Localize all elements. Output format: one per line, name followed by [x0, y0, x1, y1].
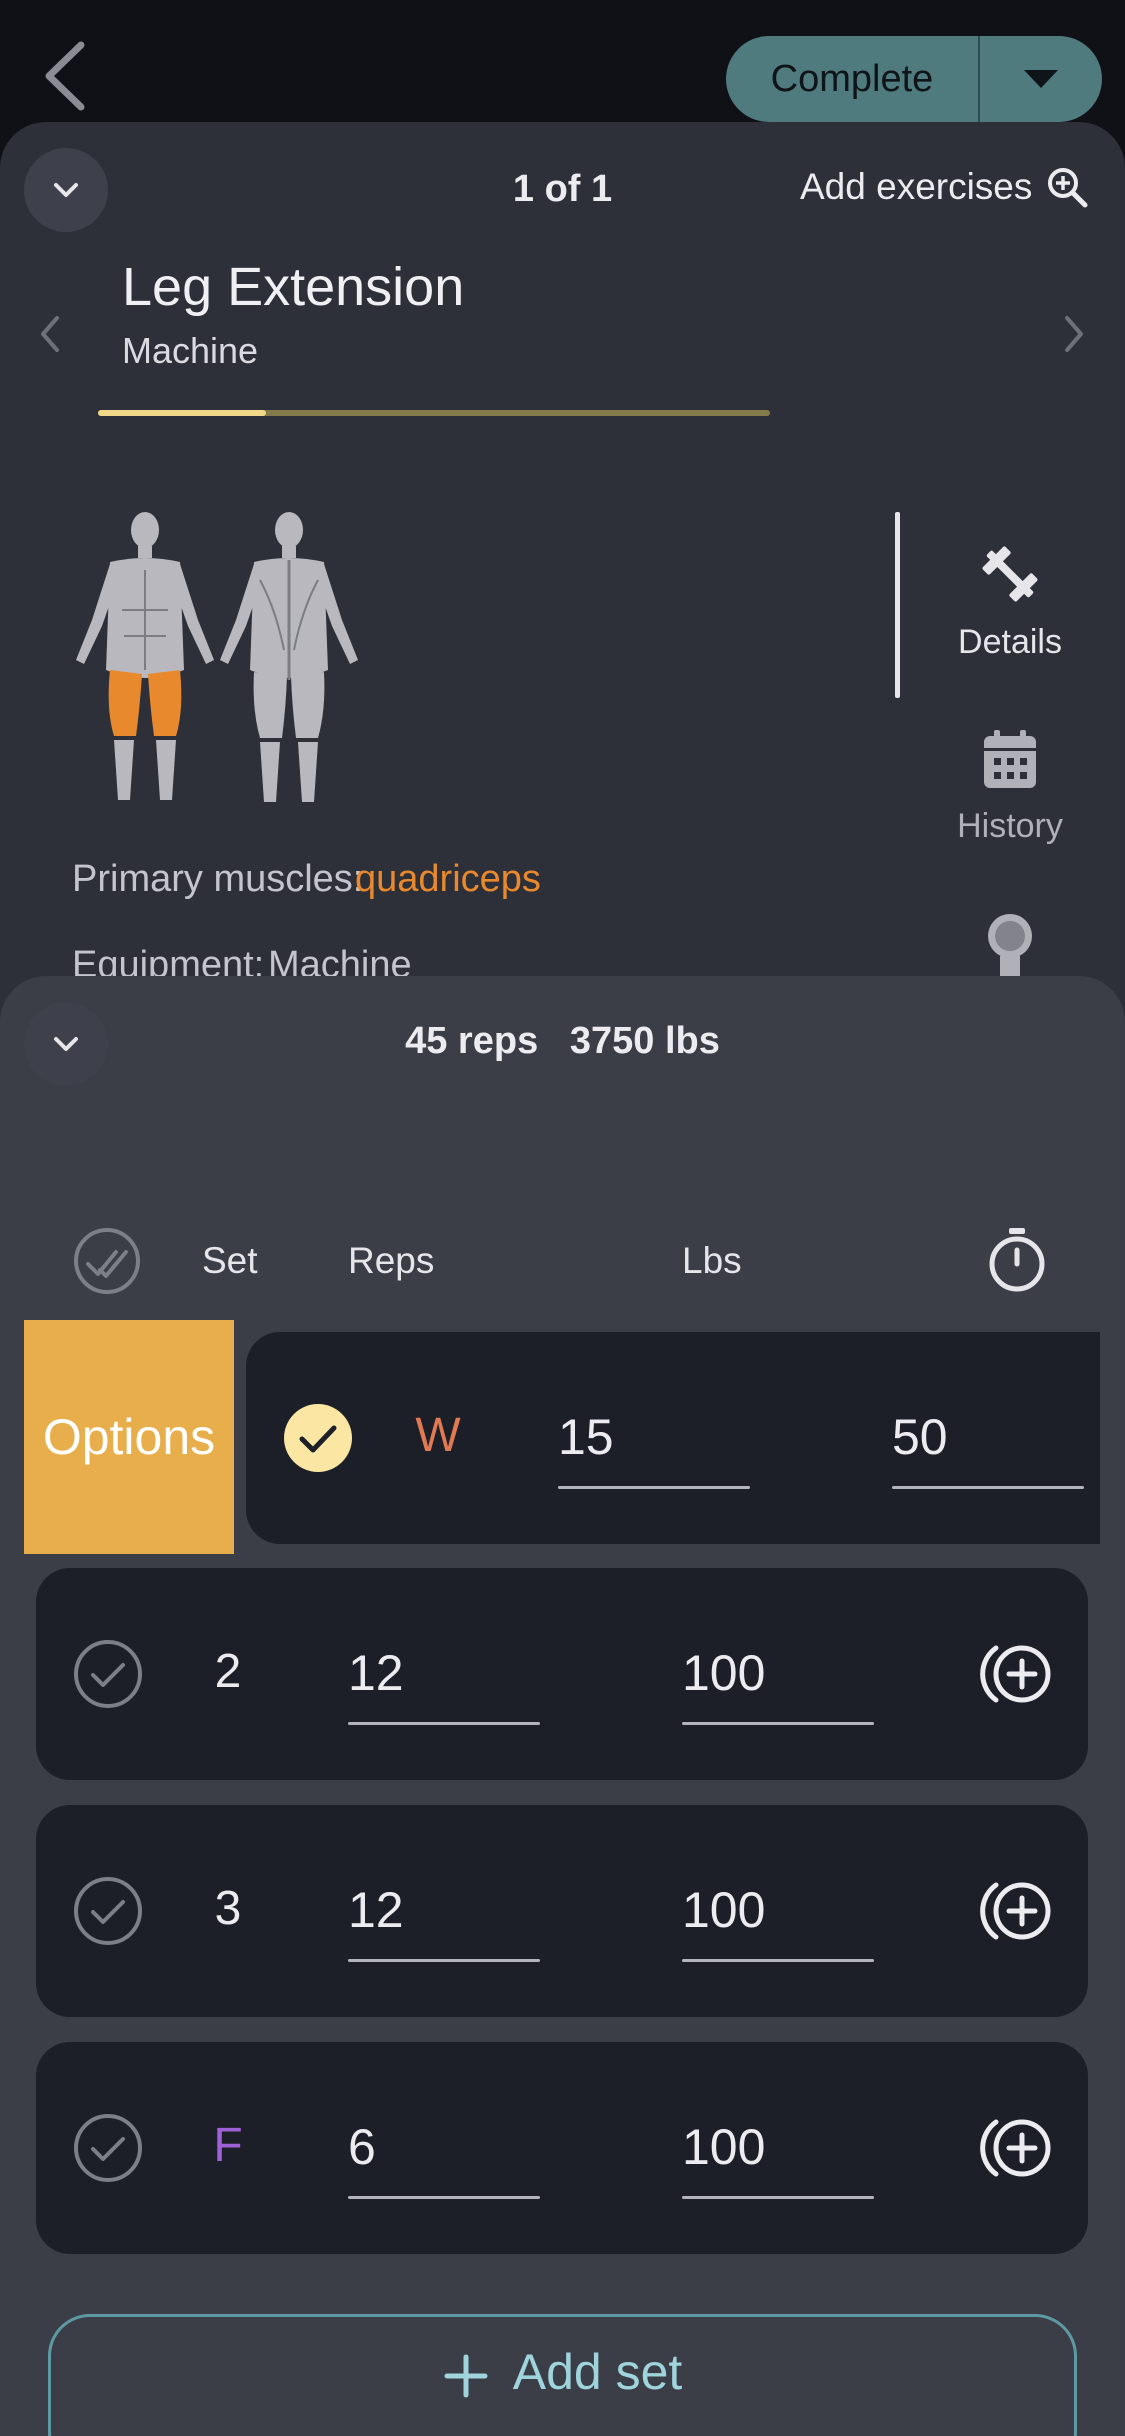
calendar-icon: [984, 730, 1036, 788]
reps-input-underline: [348, 1722, 540, 1725]
complete-button[interactable]: Complete: [726, 36, 978, 122]
reps-input[interactable]: 6: [348, 2118, 376, 2176]
reps-input[interactable]: 15: [558, 1408, 614, 1466]
tab-history[interactable]: History: [930, 728, 1090, 846]
lbs-input-underline: [682, 2196, 874, 2199]
lbs-input[interactable]: 100: [682, 2118, 765, 2176]
header-set: Set: [202, 1240, 258, 1281]
set-check-icon[interactable]: [72, 2112, 144, 2184]
reps-input[interactable]: 12: [348, 1644, 404, 1702]
reps-input-underline: [348, 2196, 540, 2199]
add-set-label: Add set: [512, 2344, 683, 2400]
check-all-icon[interactable]: [72, 1226, 142, 1296]
exercise-subtitle: Machine: [122, 330, 259, 371]
sets-summary: 45 reps 3750 lbs: [350, 1020, 775, 1063]
tab-history-label: History: [957, 807, 1063, 845]
next-exercise-button[interactable]: [1054, 304, 1094, 364]
lbs-input[interactable]: 100: [682, 1644, 765, 1702]
add-rest-timer-icon[interactable]: [980, 2112, 1054, 2184]
lbs-input[interactable]: 50: [892, 1408, 948, 1466]
search-add-icon: [1048, 168, 1088, 208]
add-exercises-button[interactable]: Add exercises: [800, 166, 1088, 208]
lbs-input-underline: [682, 1959, 874, 1962]
chevron-down-icon: [54, 1037, 78, 1051]
set-options-button[interactable]: Options: [24, 1320, 234, 1554]
set-number[interactable]: F: [188, 2118, 268, 2173]
set-number[interactable]: 2: [188, 1644, 268, 1699]
barbell-icon: [982, 546, 1038, 602]
total-weight: 3750 lbs: [569, 1020, 720, 1062]
lbs-input[interactable]: 100: [682, 1881, 765, 1939]
complete-button-group: Complete: [726, 36, 1102, 122]
complete-dropdown-button[interactable]: [980, 36, 1102, 122]
add-exercises-label: Add exercises: [800, 166, 1033, 207]
chevron-down-icon: [54, 183, 78, 197]
active-tab-indicator: [895, 512, 900, 698]
total-reps: 45 reps: [405, 1020, 539, 1062]
lbs-input-underline: [892, 1486, 1084, 1489]
set-complete-check-icon[interactable]: [282, 1402, 354, 1474]
rest-timer-icon[interactable]: [986, 1226, 1048, 1294]
reps-input-underline: [348, 1959, 540, 1962]
header-lbs: Lbs: [682, 1240, 742, 1281]
reps-input[interactable]: 12: [348, 1881, 404, 1939]
set-number[interactable]: 3: [188, 1881, 268, 1936]
chevron-left-icon: [45, 41, 85, 111]
lbs-input-underline: [682, 1722, 874, 1725]
reps-input-underline: [558, 1486, 750, 1489]
add-rest-timer-icon[interactable]: [980, 1875, 1054, 1947]
set-check-icon[interactable]: [72, 1638, 144, 1710]
tab-details-label: Details: [958, 623, 1062, 661]
set-row-warmup: [246, 1332, 1100, 1544]
add-set-button[interactable]: Add set: [48, 2314, 1077, 2436]
header-reps: Reps: [348, 1240, 435, 1281]
caret-down-icon: [1024, 70, 1058, 88]
previous-exercise-button[interactable]: [30, 304, 70, 364]
chevron-right-icon: [1065, 316, 1083, 352]
tab-details[interactable]: Details: [930, 540, 1090, 662]
exercise-counter: 1 of 1: [512, 168, 613, 210]
collapse-exercise-button[interactable]: [24, 148, 108, 232]
chevron-left-icon: [41, 316, 59, 352]
primary-muscles-label: Primary muscles:: [72, 858, 364, 900]
body-front-figure: [76, 512, 214, 800]
back-button[interactable]: [30, 36, 100, 116]
add-rest-timer-icon[interactable]: [980, 1638, 1054, 1710]
exercise-title: Leg Extension: [122, 257, 465, 317]
set-check-icon[interactable]: [72, 1875, 144, 1947]
collapse-sets-button[interactable]: [24, 1002, 108, 1086]
exercise-progress-fill: [98, 410, 266, 416]
body-back-figure: [220, 512, 358, 802]
plus-icon: [444, 2354, 488, 2398]
set-number[interactable]: W: [398, 1408, 478, 1463]
primary-muscles-value: quadriceps: [355, 858, 541, 900]
